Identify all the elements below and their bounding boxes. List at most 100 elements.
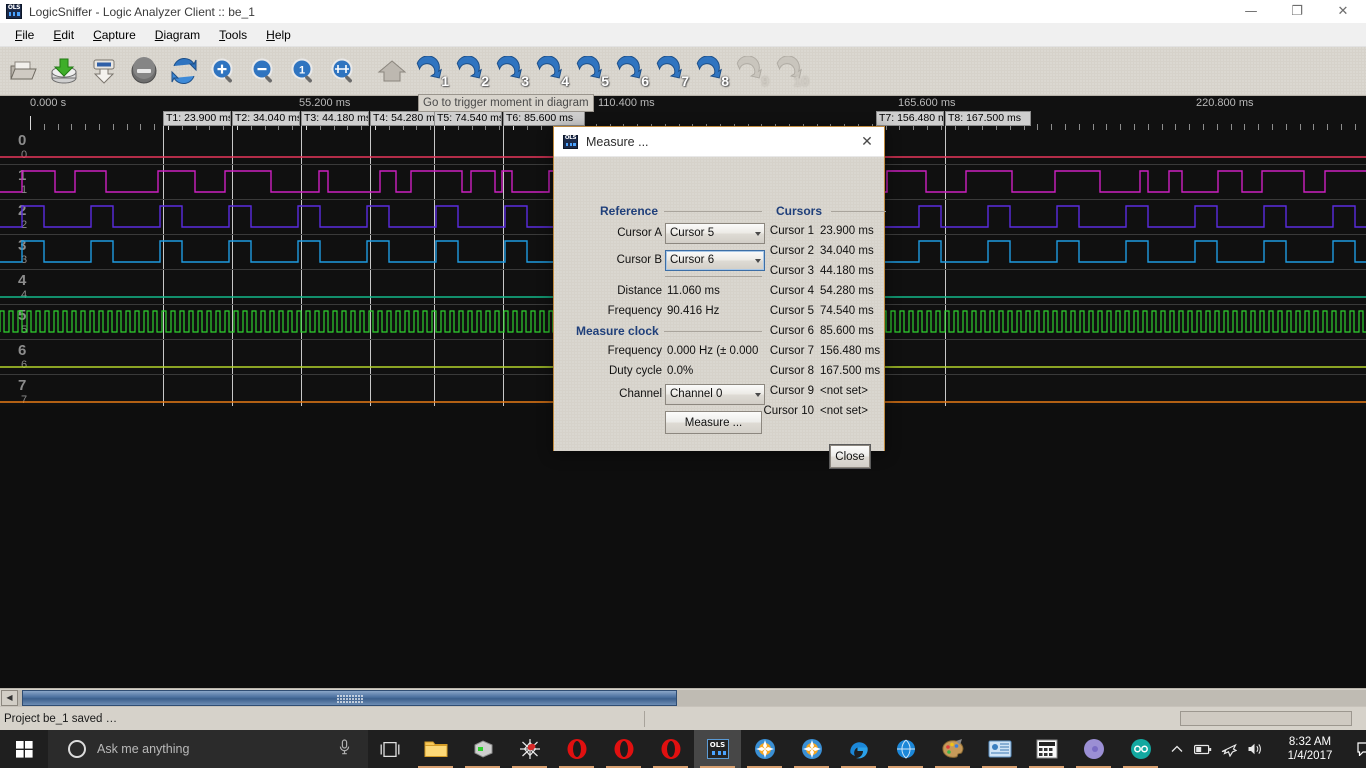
goto-trigger-icon[interactable] bbox=[372, 49, 412, 93]
cursors-group-rule bbox=[831, 211, 886, 212]
toolbar: 1 1 2 bbox=[0, 47, 1366, 96]
time-label-1: 55.200 ms bbox=[299, 97, 350, 109]
dialog-title: Measure ... bbox=[586, 135, 649, 149]
taskbar-app-paint[interactable] bbox=[929, 730, 976, 768]
ols-app-icon bbox=[6, 4, 22, 19]
taskbar-app-opera-2[interactable] bbox=[600, 730, 647, 768]
horizontal-scrollbar[interactable]: ◀ bbox=[0, 688, 1366, 706]
menu-tools[interactable]: Tools bbox=[210, 25, 257, 45]
channel-select[interactable]: Channel 0 bbox=[665, 384, 765, 405]
capture-download-icon[interactable] bbox=[84, 49, 124, 93]
zoom-in-icon[interactable] bbox=[204, 49, 244, 93]
microphone-icon[interactable] bbox=[339, 739, 350, 759]
scrollbar-thumb[interactable] bbox=[22, 690, 677, 706]
show-hidden-icons-button[interactable] bbox=[1164, 730, 1190, 768]
taskbar-app-vm[interactable] bbox=[459, 730, 506, 768]
taskbar-app-calculator[interactable] bbox=[1023, 730, 1070, 768]
zoom-fit-icon[interactable] bbox=[324, 49, 364, 93]
repeat-capture-icon[interactable] bbox=[164, 49, 204, 93]
cursor-flag-t2[interactable]: T2: 34.040 ms bbox=[232, 111, 300, 126]
title-bar: LogicSniffer - Logic Analyzer Client :: … bbox=[0, 0, 1366, 24]
menu-edit[interactable]: Edit bbox=[44, 25, 84, 45]
goto-cursor-7-button[interactable]: 7 bbox=[652, 49, 692, 93]
window-title: LogicSniffer - Logic Analyzer Client :: … bbox=[29, 5, 255, 19]
taskbar-app-spider[interactable] bbox=[506, 730, 553, 768]
taskbar-app-compass-1[interactable] bbox=[741, 730, 788, 768]
cursor-b-select[interactable]: Cursor 6 bbox=[665, 250, 765, 271]
cursor-row-8-value: 167.500 ms bbox=[820, 365, 882, 377]
taskbar-app-opera-1[interactable] bbox=[553, 730, 600, 768]
goto-cursor-4-button[interactable]: 4 bbox=[532, 49, 572, 93]
goto-cursor-5-button[interactable]: 5 bbox=[572, 49, 612, 93]
cursor-row-4-value: 54.280 ms bbox=[820, 285, 882, 297]
task-view-button[interactable] bbox=[368, 730, 412, 768]
cursor-flag-t5[interactable]: T5: 74.540 ms bbox=[434, 111, 502, 126]
battery-icon[interactable] bbox=[1190, 730, 1216, 768]
time-label-4: 220.800 ms bbox=[1196, 97, 1253, 109]
dialog-body: Reference Cursor A Cursor 5 Cursor B Cur… bbox=[554, 157, 884, 451]
goto-cursor-8-button[interactable]: 8 bbox=[692, 49, 732, 93]
volume-icon[interactable] bbox=[1242, 730, 1268, 768]
menu-tools-rest: ools bbox=[225, 28, 247, 42]
cursors-group-title: Cursors bbox=[776, 204, 822, 218]
channel-label: Channel bbox=[576, 388, 662, 400]
goto-cursor-6-button[interactable]: 6 bbox=[612, 49, 652, 93]
windows-logo-icon bbox=[16, 741, 33, 758]
close-dialog-button[interactable]: Close bbox=[830, 445, 870, 468]
measure-clock-group-title: Measure clock bbox=[576, 324, 659, 338]
measure-dialog[interactable]: Measure ... ✕ Reference Cursor A Cursor … bbox=[553, 126, 885, 451]
action-center-icon[interactable] bbox=[1352, 730, 1366, 768]
taskbar-app-arduino[interactable] bbox=[1117, 730, 1164, 768]
taskbar-app-compass-2[interactable] bbox=[788, 730, 835, 768]
menu-diagram[interactable]: Diagram bbox=[146, 25, 210, 45]
minimize-button[interactable]: — bbox=[1228, 0, 1274, 24]
cursor-flag-t6[interactable]: T6: 85.600 ms bbox=[503, 111, 585, 126]
search-input[interactable]: Ask me anything bbox=[48, 730, 368, 768]
goto-cursor-3-button[interactable]: 3 bbox=[492, 49, 532, 93]
airplane-mode-icon[interactable] bbox=[1216, 730, 1242, 768]
cursor-flag-t3[interactable]: T3: 44.180 ms bbox=[301, 111, 369, 126]
cursor-row-3-label: Cursor 3 bbox=[756, 265, 814, 277]
distance-label: Distance bbox=[576, 285, 662, 297]
taskbar-app-logicsniffer[interactable]: OLS bbox=[694, 730, 741, 768]
taskbar-app-bittorrent[interactable] bbox=[1070, 730, 1117, 768]
taskbar-app-remote-desktop[interactable] bbox=[976, 730, 1023, 768]
taskbar-clock[interactable]: 8:32 AM 1/4/2017 bbox=[1268, 730, 1352, 768]
open-file-icon[interactable] bbox=[4, 49, 44, 93]
clock-frequency-value: 0.000 Hz (± 0.000 Hz) bbox=[667, 345, 762, 357]
cursor-row-1-value: 23.900 ms bbox=[820, 225, 882, 237]
cursor-flag-t7[interactable]: T7: 156.480 ms bbox=[876, 111, 944, 126]
dialog-close-icon[interactable]: ✕ bbox=[850, 127, 884, 157]
scroll-left-button[interactable]: ◀ bbox=[1, 690, 18, 706]
close-button[interactable]: ✕ bbox=[1320, 0, 1366, 24]
scrollbar-track[interactable] bbox=[18, 690, 1366, 706]
zoom-out-icon[interactable] bbox=[244, 49, 284, 93]
start-button[interactable] bbox=[0, 730, 48, 768]
zoom-default-icon[interactable]: 1 bbox=[284, 49, 324, 93]
goto-cursor-1-button[interactable]: 1 bbox=[412, 49, 452, 93]
cursor-flag-t8[interactable]: T8: 167.500 ms bbox=[945, 111, 1031, 126]
ref-frequency-label: Frequency bbox=[576, 305, 662, 317]
cortana-icon bbox=[68, 740, 86, 758]
cancel-capture-icon[interactable] bbox=[124, 49, 164, 93]
menu-file[interactable]: File bbox=[6, 25, 44, 45]
menu-capture[interactable]: Capture bbox=[84, 25, 146, 45]
windows-taskbar: Ask me anything bbox=[0, 730, 1366, 768]
cursor-flag-t1[interactable]: T1: 23.900 ms bbox=[163, 111, 231, 126]
cursor-10-number: 10 bbox=[793, 73, 809, 89]
taskbar-app-globe[interactable] bbox=[882, 730, 929, 768]
cursor-a-select[interactable]: Cursor 5 bbox=[665, 223, 765, 244]
chevron-down-icon bbox=[755, 259, 761, 263]
maximize-button[interactable]: ❐ bbox=[1274, 0, 1320, 24]
cursor-row-2-value: 34.040 ms bbox=[820, 245, 882, 257]
menu-help[interactable]: Help bbox=[257, 25, 301, 45]
save-file-icon[interactable] bbox=[44, 49, 84, 93]
taskbar-app-opera-3[interactable] bbox=[647, 730, 694, 768]
goto-cursor-9-button: 9 bbox=[732, 49, 772, 93]
taskbar-app-file-explorer[interactable] bbox=[412, 730, 459, 768]
goto-cursor-2-button[interactable]: 2 bbox=[452, 49, 492, 93]
cursor-row-5-label: Cursor 5 bbox=[756, 305, 814, 317]
taskbar-app-edge[interactable] bbox=[835, 730, 882, 768]
cursor-row-2-label: Cursor 2 bbox=[756, 245, 814, 257]
measure-button[interactable]: Measure ... bbox=[665, 411, 762, 434]
